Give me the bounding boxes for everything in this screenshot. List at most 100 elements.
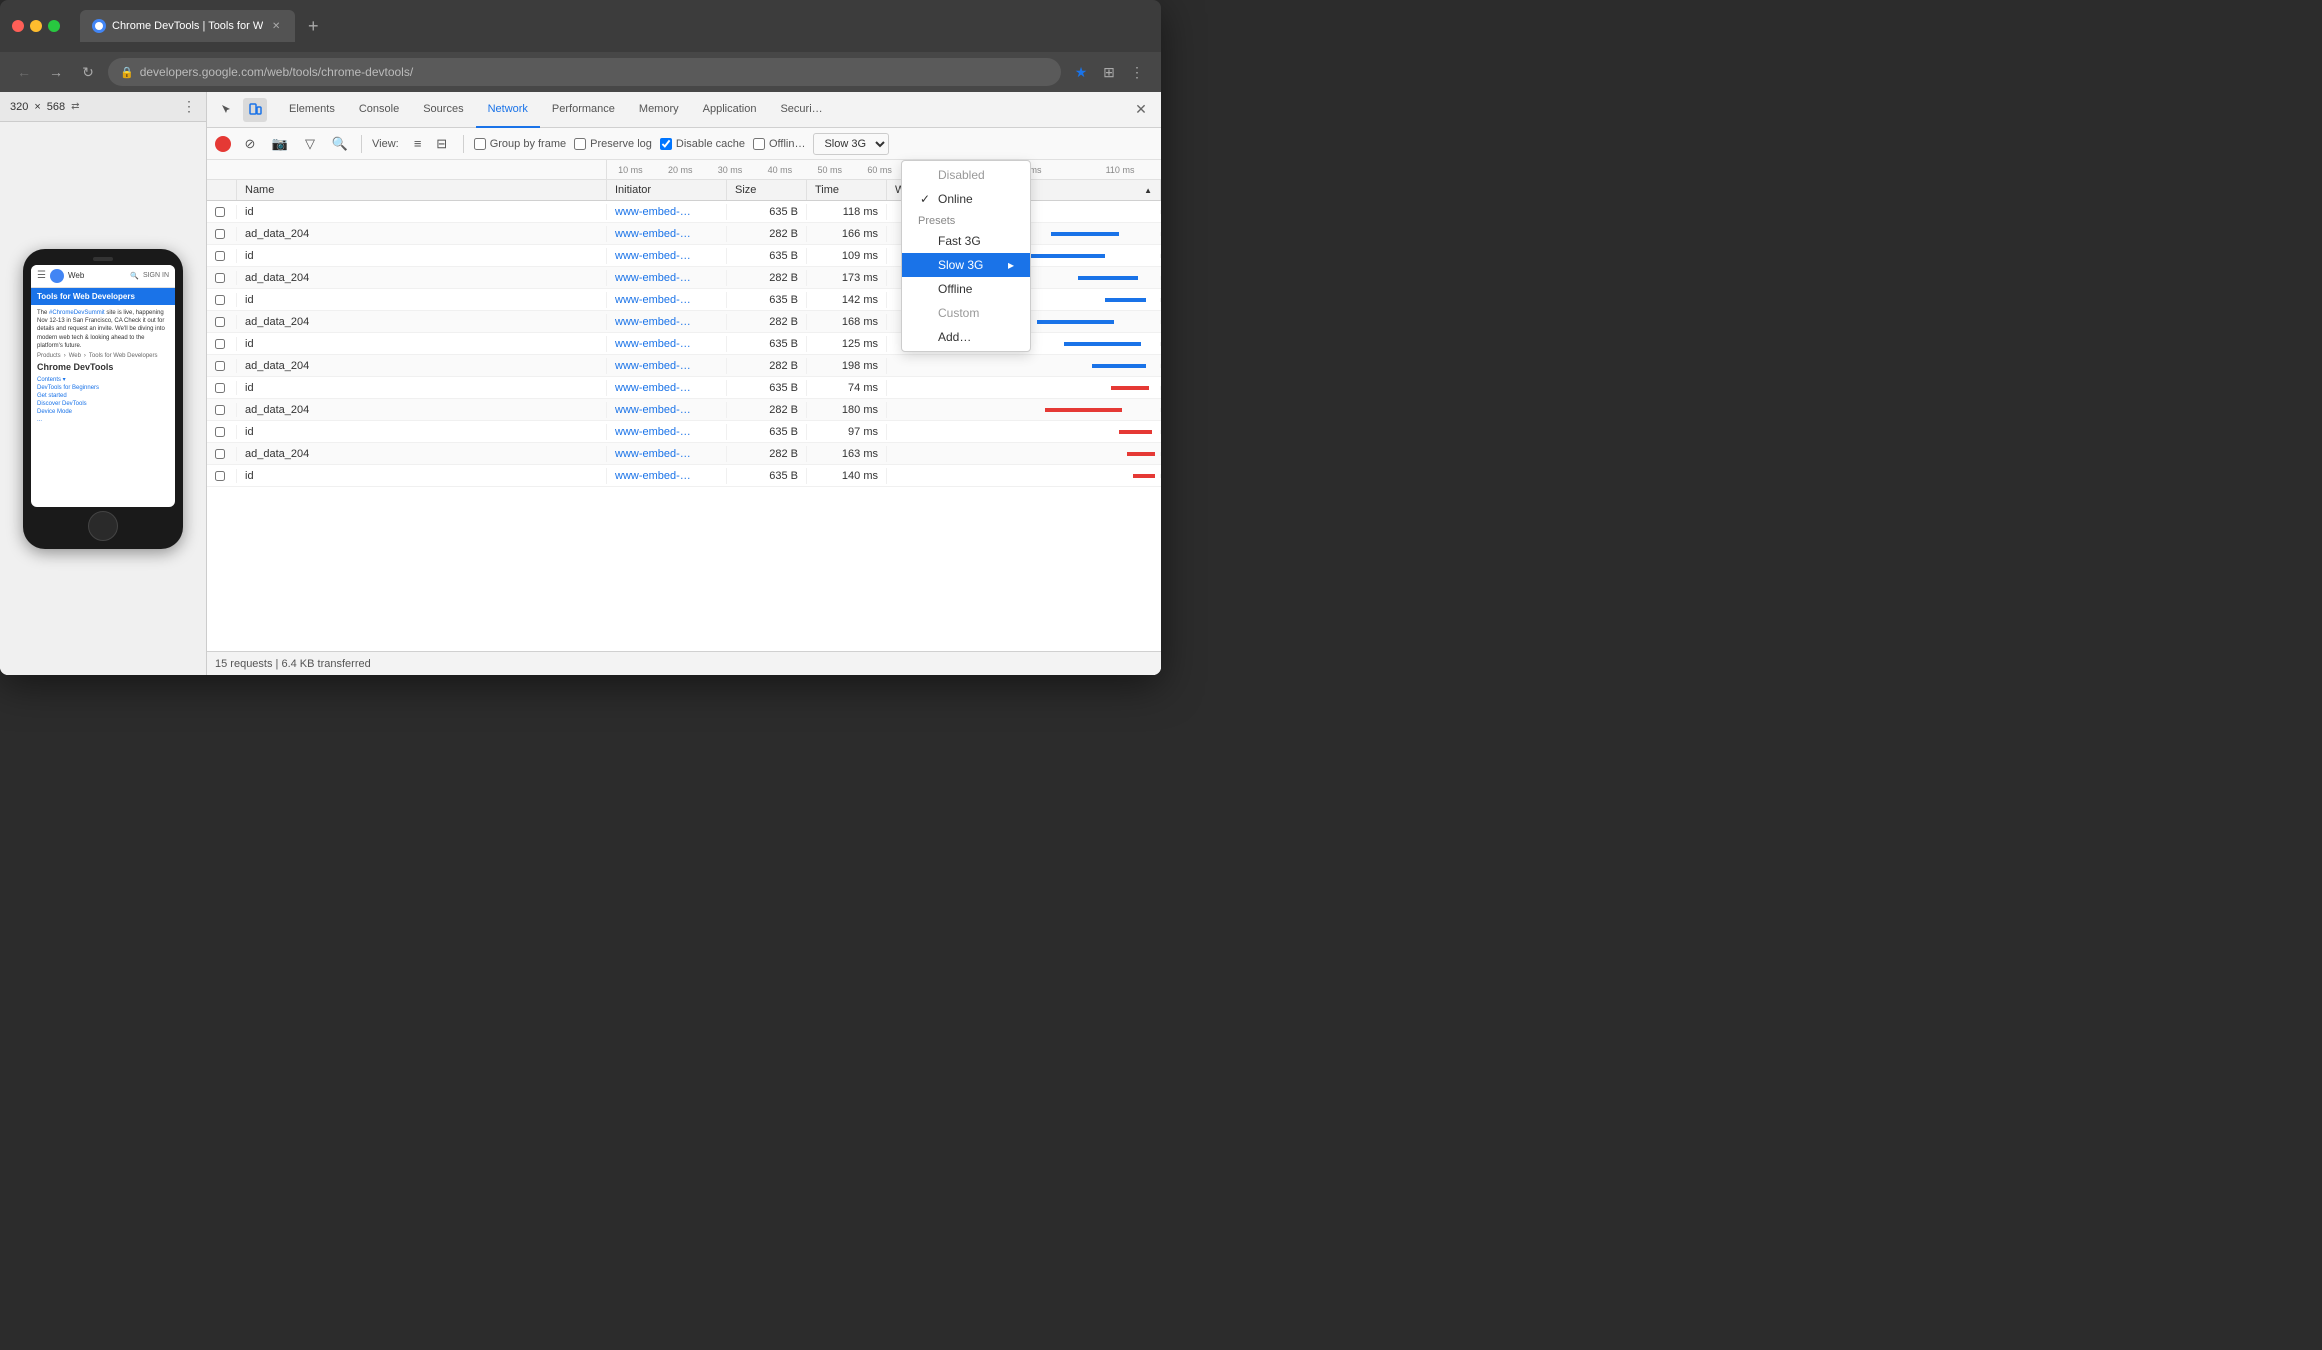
table-row[interactable]: id www-embed-… 635 B 97 ms <box>207 421 1161 443</box>
mobile-panel-more-button[interactable]: ⋮ <box>182 98 196 115</box>
tab-application[interactable]: Application <box>691 92 769 128</box>
phone-breadcrumb: Products › Web › Tools for Web Developer… <box>37 353 169 359</box>
disable-cache-checkbox[interactable] <box>660 138 672 150</box>
new-tab-button[interactable]: + <box>299 12 327 40</box>
devtools-close-button[interactable]: ✕ <box>1129 98 1153 122</box>
td-checkbox[interactable] <box>207 381 237 395</box>
detail-view-button[interactable]: ⊟ <box>431 133 453 155</box>
phone-heading: Chrome DevTools <box>37 362 169 372</box>
throttle-add-item[interactable]: Add… <box>902 325 1030 349</box>
th-name[interactable]: Name <box>237 180 607 200</box>
back-button[interactable]: ← <box>12 60 36 84</box>
list-view-button[interactable]: ≡ <box>407 133 429 155</box>
td-checkbox[interactable] <box>207 359 237 373</box>
phone-body: The #ChromeDevSummit site is live, happe… <box>31 305 175 507</box>
nav-bar: ← → ↻ 🔒 developers.google.com/web/tools/… <box>0 52 1161 92</box>
minimize-button[interactable] <box>30 20 42 32</box>
menu-button[interactable]: ⋮ <box>1125 60 1149 84</box>
mobile-panel-header: 320 × 568 ⇄ ⋮ <box>0 92 206 122</box>
phone-screen: ☰ Web 🔍 SIGN IN Tools for Web Developers… <box>31 265 175 507</box>
table-row[interactable]: ad_data_204 www-embed-… 282 B 163 ms <box>207 443 1161 465</box>
td-size: 635 B <box>727 424 807 440</box>
th-size[interactable]: Size <box>727 180 807 200</box>
table-row[interactable]: id www-embed-… 635 B 140 ms <box>207 465 1161 487</box>
td-time: 118 ms <box>807 204 887 220</box>
throttle-disabled-item[interactable]: Disabled <box>902 163 1030 187</box>
td-checkbox[interactable] <box>207 249 237 263</box>
td-checkbox[interactable] <box>207 425 237 439</box>
toolbar-divider-1 <box>361 135 362 153</box>
customize-button[interactable]: ⊞ <box>1097 60 1121 84</box>
address-prefix: developers.google.com <box>140 65 264 79</box>
phone-nav-item-started: Get started <box>37 392 169 400</box>
tab-elements[interactable]: Elements <box>277 92 347 128</box>
td-name: ad_data_204 <box>237 446 607 462</box>
tab-security[interactable]: Securi… <box>768 92 834 128</box>
td-checkbox[interactable] <box>207 293 237 307</box>
tab-sources[interactable]: Sources <box>411 92 475 128</box>
td-checkbox[interactable] <box>207 227 237 241</box>
tick-50ms: 50 ms <box>818 165 843 175</box>
throttle-slow3g-item[interactable]: Slow 3G ▸ <box>902 253 1030 277</box>
address-bar[interactable]: 🔒 developers.google.com/web/tools/chrome… <box>108 58 1061 86</box>
preserve-log-checkbox[interactable] <box>574 138 586 150</box>
mobile-height: 568 <box>47 101 65 113</box>
throttle-offline-item[interactable]: Offline <box>902 277 1030 301</box>
th-initiator[interactable]: Initiator <box>607 180 727 200</box>
filter-button[interactable]: ▽ <box>299 133 321 155</box>
phone-nav-item-beginners: DevTools for Beginners <box>37 384 169 392</box>
tab-network[interactable]: Network <box>476 92 540 128</box>
device-toolbar-button[interactable] <box>243 98 267 122</box>
camera-button[interactable]: 📷 <box>269 133 291 155</box>
throttle-disabled-label: Disabled <box>938 168 985 182</box>
forward-button[interactable]: → <box>44 60 68 84</box>
throttle-dropdown[interactable]: Slow 3G Online Fast 3G Offline <box>813 133 889 155</box>
breadcrumb-web: Web <box>69 353 81 359</box>
table-row[interactable]: id www-embed-… 635 B 74 ms <box>207 377 1161 399</box>
tick-30ms: 30 ms <box>718 165 743 175</box>
phone-sign-in: SIGN IN <box>143 272 169 279</box>
group-by-frame-checkbox[interactable] <box>474 138 486 150</box>
throttle-fast3g-item[interactable]: Fast 3G <box>902 229 1030 253</box>
tab-memory[interactable]: Memory <box>627 92 691 128</box>
td-size: 282 B <box>727 314 807 330</box>
clear-button[interactable]: ⊘ <box>239 133 261 155</box>
rotate-button[interactable]: ⇄ <box>71 101 79 112</box>
nav-icons-right: ★ ⊞ ⋮ <box>1069 60 1149 84</box>
td-time: 97 ms <box>807 424 887 440</box>
td-checkbox[interactable] <box>207 205 237 219</box>
td-checkbox[interactable] <box>207 271 237 285</box>
maximize-button[interactable] <box>48 20 60 32</box>
td-checkbox[interactable] <box>207 447 237 461</box>
phone-nav-item-discover: Discover DevTools <box>37 400 169 408</box>
tab-close-button[interactable]: ✕ <box>269 19 283 33</box>
td-checkbox[interactable] <box>207 403 237 417</box>
phone-header: ☰ Web 🔍 SIGN IN <box>31 265 175 288</box>
tab-performance[interactable]: Performance <box>540 92 627 128</box>
th-time[interactable]: Time <box>807 180 887 200</box>
browser-tab[interactable]: Chrome DevTools | Tools for W ✕ <box>80 10 295 42</box>
table-row[interactable]: ad_data_204 www-embed-… 282 B 180 ms <box>207 399 1161 421</box>
td-name: id <box>237 424 607 440</box>
network-statusbar: 15 requests | 6.4 KB transferred <box>207 651 1161 675</box>
td-checkbox[interactable] <box>207 315 237 329</box>
table-row[interactable]: ad_data_204 www-embed-… 282 B 198 ms <box>207 355 1161 377</box>
devtools-tabs-list: Elements Console Sources Network Perform… <box>277 92 835 128</box>
record-button[interactable] <box>215 136 231 152</box>
throttle-online-item[interactable]: ✓ Online <box>902 187 1030 211</box>
td-checkbox[interactable] <box>207 337 237 351</box>
reload-button[interactable]: ↻ <box>76 60 100 84</box>
td-size: 635 B <box>727 336 807 352</box>
bookmark-button[interactable]: ★ <box>1069 60 1093 84</box>
address-text: developers.google.com/web/tools/chrome-d… <box>140 65 413 79</box>
tick-10ms: 10 ms <box>618 165 643 175</box>
dimension-separator: × <box>34 101 40 113</box>
inspect-element-button[interactable] <box>215 98 239 122</box>
search-button[interactable]: 🔍 <box>329 133 351 155</box>
td-initiator: www-embed-… <box>607 314 727 330</box>
td-checkbox[interactable] <box>207 469 237 483</box>
phone-nav-item-more: ... <box>37 416 169 424</box>
close-button[interactable] <box>12 20 24 32</box>
offline-checkbox[interactable] <box>753 138 765 150</box>
tab-console[interactable]: Console <box>347 92 411 128</box>
